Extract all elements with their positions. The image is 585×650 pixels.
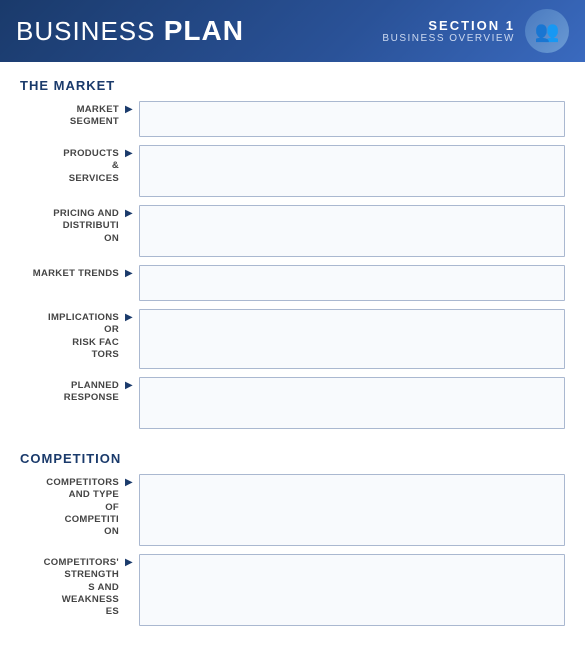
arrow-icon-2: ▶ — [125, 145, 135, 159]
competitors-type-input[interactable] — [139, 474, 565, 546]
arrow-icon-5: ▶ — [125, 309, 135, 323]
competitors-strength-row: COMPETITORS'STRENGTHS ANDWEAKNESSES ▶ — [20, 554, 565, 626]
market-segment-row: MARKETSEGMENT ▶ — [20, 101, 565, 137]
arrow-icon-4: ▶ — [125, 265, 135, 279]
market-segment-input[interactable] — [139, 101, 565, 137]
implications-row: IMPLICATIONSORRISK FACTORS ▶ — [20, 309, 565, 369]
market-segment-label: MARKETSEGMENT — [20, 101, 125, 129]
arrow-icon-8: ▶ — [125, 554, 135, 568]
competitors-strength-input[interactable] — [139, 554, 565, 626]
implications-label: IMPLICATIONSORRISK FACTORS — [20, 309, 125, 361]
market-trends-row: MARKET TRENDS ▶ — [20, 265, 565, 301]
header-title: BUSINESS PLAN — [16, 15, 244, 47]
planned-response-input[interactable] — [139, 377, 565, 429]
products-services-input[interactable] — [139, 145, 565, 197]
competitors-type-row: COMPETITORSAND TYPEOFCOMPETITION ▶ — [20, 474, 565, 546]
pricing-distribution-label: PRICING ANDDISTRIBUTION — [20, 205, 125, 245]
the-market-heading: THE MARKET — [20, 78, 565, 93]
header: BUSINESS PLAN SECTION 1 BUSINESS OVERVIE… — [0, 0, 585, 62]
planned-response-row: PLANNEDRESPONSE ▶ — [20, 377, 565, 429]
competitors-strength-label: COMPETITORS'STRENGTHS ANDWEAKNESSES — [20, 554, 125, 619]
section-divider — [20, 437, 565, 447]
planned-response-label: PLANNEDRESPONSE — [20, 377, 125, 405]
arrow-icon-6: ▶ — [125, 377, 135, 391]
section-sub: BUSINESS OVERVIEW — [382, 33, 515, 44]
people-icon: 👥 — [525, 9, 569, 53]
pricing-distribution-input[interactable] — [139, 205, 565, 257]
header-right: SECTION 1 BUSINESS OVERVIEW — [382, 18, 515, 44]
arrow-icon-7: ▶ — [125, 474, 135, 488]
market-trends-label: MARKET TRENDS — [20, 265, 125, 280]
header-title-bold: PLAN — [164, 15, 244, 46]
implications-input[interactable] — [139, 309, 565, 369]
section-label: SECTION 1 — [428, 18, 515, 33]
products-services-row: PRODUCTS&SERVICES ▶ — [20, 145, 565, 197]
content: THE MARKET MARKETSEGMENT ▶ PRODUCTS&SERV… — [0, 62, 585, 650]
arrow-icon-1: ▶ — [125, 101, 135, 115]
pricing-distribution-row: PRICING ANDDISTRIBUTION ▶ — [20, 205, 565, 257]
market-trends-input[interactable] — [139, 265, 565, 301]
competitors-type-label: COMPETITORSAND TYPEOFCOMPETITION — [20, 474, 125, 539]
header-title-plain: BUSINESS — [16, 16, 164, 46]
arrow-icon-3: ▶ — [125, 205, 135, 219]
competition-heading: COMPETITION — [20, 451, 565, 466]
page: BUSINESS PLAN SECTION 1 BUSINESS OVERVIE… — [0, 0, 585, 650]
products-services-label: PRODUCTS&SERVICES — [20, 145, 125, 185]
